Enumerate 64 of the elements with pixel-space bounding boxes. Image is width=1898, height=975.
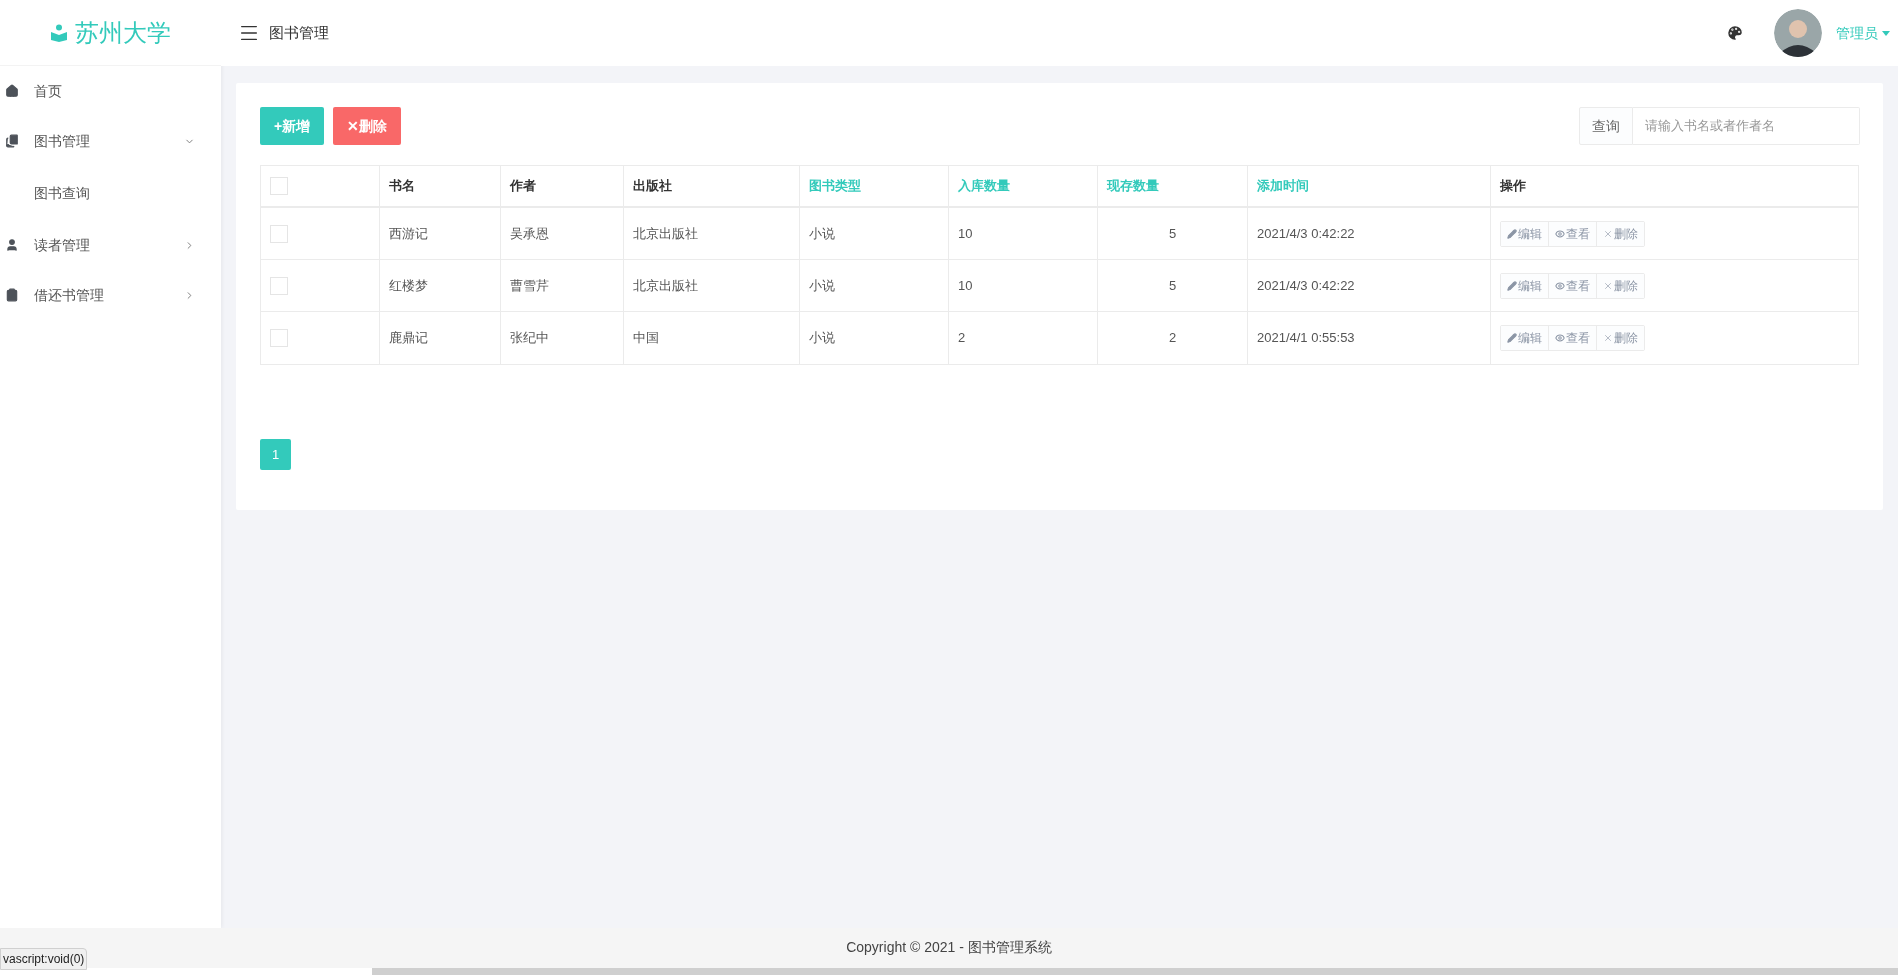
copyright-text: Copyright © 2021 - 图书管理系统 — [846, 937, 1052, 957]
caret-down-icon — [1882, 30, 1890, 36]
column-header[interactable]: 现存数量 — [1107, 176, 1159, 196]
sidebar-item[interactable]: 首页 — [0, 66, 221, 116]
column-header: 操作 — [1500, 177, 1526, 196]
delete-button[interactable]: ✕删除 — [333, 107, 402, 145]
page-title: 图书管理 — [269, 22, 330, 43]
sidebar-item[interactable]: 图书管理 — [0, 116, 221, 166]
row-action-button[interactable]: 编辑 — [1501, 326, 1549, 350]
table-cell-text: 吴承恩 — [510, 224, 549, 243]
eye-icon — [1555, 228, 1565, 239]
table-cell-text: 中国 — [633, 329, 659, 348]
checkbox[interactable] — [270, 177, 288, 195]
table-cell-text: 2021/4/1 0:55:53 — [1257, 329, 1355, 348]
row-action-button[interactable]: 编辑 — [1501, 221, 1549, 246]
table-cell-text: 2 — [958, 329, 966, 348]
sidebar-item[interactable]: 读者管理 — [0, 220, 221, 270]
table-cell-text: 5 — [1168, 224, 1177, 243]
column-header: 作者 — [510, 177, 536, 196]
table-cell-text: 10 — [958, 276, 973, 295]
column-header[interactable]: 图书类型 — [809, 176, 861, 196]
page-button[interactable]: 1 — [260, 439, 291, 470]
table-cell-text: 红楼梦 — [389, 276, 428, 295]
brand-title: 苏州大学 — [74, 17, 171, 48]
pencil-icon — [1507, 333, 1517, 343]
user-menu[interactable]: 管理员 — [1836, 22, 1890, 44]
palette-icon[interactable] — [1726, 24, 1744, 42]
search-label: 查询 — [1579, 107, 1633, 145]
checkbox[interactable] — [270, 276, 288, 295]
column-header[interactable]: 添加时间 — [1257, 176, 1309, 196]
pencil-icon — [1507, 228, 1517, 239]
eye-icon — [1555, 280, 1565, 291]
table-cell-text: 鹿鼎记 — [389, 329, 428, 348]
close-icon — [1603, 228, 1613, 239]
table-cell-text: 小说 — [809, 276, 835, 295]
table-cell-text: 曹雪芹 — [510, 276, 549, 295]
avatar[interactable] — [1774, 9, 1822, 57]
column-header: 出版社 — [633, 177, 672, 196]
table-cell-text: 2021/4/3 0:42:22 — [1257, 224, 1355, 243]
checkbox[interactable] — [270, 329, 288, 347]
table-cell-text: 10 — [958, 224, 973, 243]
table-cell-text: 5 — [1168, 276, 1177, 295]
pencil-icon — [1507, 280, 1517, 291]
table-cell-text: 北京出版社 — [633, 224, 698, 243]
eye-icon — [1555, 333, 1565, 343]
table-cell-text: 2 — [1168, 329, 1177, 348]
column-header: 书名 — [389, 177, 415, 196]
table-cell-text: 张纪中 — [510, 329, 549, 348]
book-reader-icon — [50, 23, 67, 42]
table-cell-text: 北京出版社 — [633, 276, 698, 295]
add-button[interactable]: +新增 — [260, 107, 325, 145]
close-icon — [1603, 333, 1613, 343]
sidebar-item[interactable]: 借还书管理 — [0, 270, 221, 320]
submenu-item[interactable]: 图书查询 — [0, 166, 221, 220]
checkbox[interactable] — [270, 224, 288, 243]
table-cell-text: 2021/4/3 0:42:22 — [1257, 276, 1355, 295]
search-field[interactable]: 请输入书名或者作者名 — [1633, 107, 1860, 145]
close-icon — [1603, 280, 1613, 291]
column-header[interactable]: 入库数量 — [958, 176, 1010, 196]
row-action-button[interactable]: 编辑 — [1501, 273, 1549, 298]
table-cell-text: 小说 — [809, 224, 835, 243]
table-cell-text: 西游记 — [389, 224, 428, 243]
browser-status-bar: vascript:void(0) — [0, 948, 88, 970]
table-cell-text: 小说 — [809, 329, 835, 348]
